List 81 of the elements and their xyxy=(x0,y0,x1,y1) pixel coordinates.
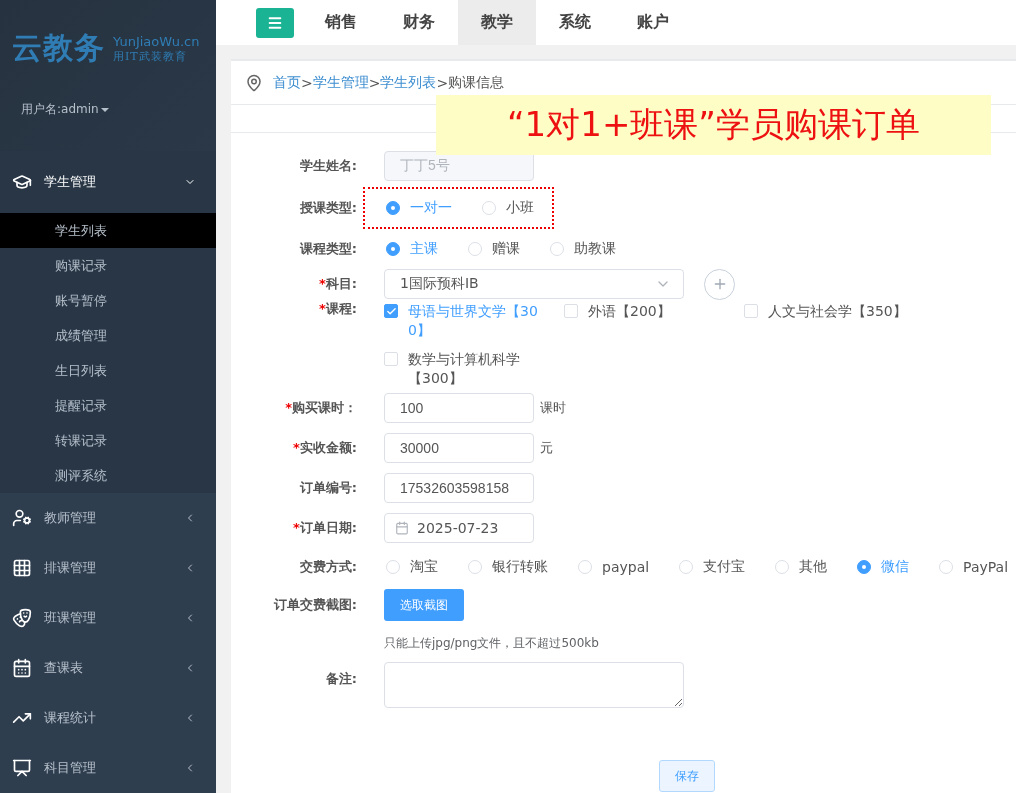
logo-title: 云教务 xyxy=(12,29,105,67)
check-icon xyxy=(385,305,397,317)
subject-select[interactable]: 1国际预科IB xyxy=(384,269,684,299)
logo-domain: YunJiaoWu.cn xyxy=(113,33,200,49)
field-label: *课程: xyxy=(319,300,357,318)
radio-icon[interactable] xyxy=(857,560,872,574)
menu-item[interactable]: 排课管理 xyxy=(0,543,216,593)
field-label: 备注: xyxy=(325,670,357,688)
radio-option[interactable]: 其他 xyxy=(775,558,828,576)
field-label: *购买课时： xyxy=(285,399,357,417)
annotation-banner: “1对1+班课”学员购课订单 xyxy=(436,95,991,155)
field-label: 交费方式: xyxy=(299,558,357,576)
radio-option[interactable]: paypal xyxy=(578,559,650,575)
field-label: 授课类型: xyxy=(299,199,357,217)
menu-item[interactable]: 班课管理 xyxy=(0,593,216,643)
nav-tab[interactable]: 系统 xyxy=(536,0,614,45)
theater-masks-icon xyxy=(12,608,32,628)
logo-slogan: 用IT武装教育 xyxy=(113,49,188,64)
date-field[interactable]: 2025-07-23 xyxy=(384,513,534,543)
menu-item[interactable]: 课程统计 xyxy=(0,693,216,743)
text-field[interactable]: 30000 xyxy=(384,433,534,463)
menu-item[interactable]: 学生管理 xyxy=(0,151,216,213)
nav-tab[interactable]: 账户 xyxy=(614,0,692,45)
breadcrumb-link[interactable]: 学生管理 xyxy=(312,73,369,92)
submenu-item[interactable]: 测评系统 xyxy=(0,458,216,493)
remarks-field[interactable] xyxy=(384,662,684,708)
unit-label: 课时 xyxy=(540,399,566,417)
nav-tab[interactable]: 销售 xyxy=(302,0,380,45)
radio-option[interactable]: 银行转账 xyxy=(468,558,548,576)
field-label: *订单日期: xyxy=(293,519,357,537)
checkbox-icon[interactable] xyxy=(384,304,398,318)
breadcrumb-separator: > xyxy=(368,74,381,91)
radio-option[interactable]: 支付宝 xyxy=(679,558,746,576)
field-label: 订单编号: xyxy=(299,479,357,497)
calendar-icon xyxy=(395,521,409,535)
unit-label: 元 xyxy=(540,439,553,457)
checkbox-option[interactable]: 数学与计算机科学【300】 xyxy=(384,350,564,388)
add-button[interactable] xyxy=(704,268,735,300)
checkbox-option[interactable]: 外语【200】 xyxy=(564,302,744,340)
calendar-icon xyxy=(12,658,32,678)
radio-option[interactable]: 小班 xyxy=(482,199,534,217)
submenu-item[interactable]: 学生列表 xyxy=(0,213,216,248)
location-pin-icon xyxy=(245,73,263,92)
field-label: 订单交费截图: xyxy=(273,596,357,614)
graduation-cap-icon xyxy=(12,172,32,192)
menu-item[interactable]: 科目管理 xyxy=(0,743,216,793)
nav-tab[interactable]: 教学 xyxy=(458,0,536,45)
menu-item[interactable]: 教师管理 xyxy=(0,493,216,543)
field-label: *实收金额: xyxy=(293,439,357,457)
breadcrumb-separator: > xyxy=(301,74,313,91)
submenu-item[interactable]: 提醒记录 xyxy=(0,388,216,423)
radio-option[interactable]: 赠课 xyxy=(468,240,520,258)
breadcrumb-link[interactable]: 学生列表 xyxy=(380,73,437,92)
upload-hint: 只能上传jpg/png文件，且不超过500kb xyxy=(384,634,600,652)
field-label: *科目: xyxy=(319,275,357,293)
field-label: 学生姓名: xyxy=(299,157,357,175)
breadcrumb-current: 购课信息 xyxy=(448,73,505,92)
submenu-item[interactable]: 购课记录 xyxy=(0,248,216,283)
menu-icon xyxy=(267,14,283,31)
text-field[interactable]: 17532603598158 xyxy=(384,473,534,503)
submenu-item[interactable]: 生日列表 xyxy=(0,353,216,388)
user-menu[interactable]: 用户名:admin xyxy=(21,101,109,118)
radio-option[interactable]: 助教课 xyxy=(550,240,616,258)
field-label: 课程类型: xyxy=(299,240,357,258)
user-gear-icon xyxy=(12,508,32,528)
checkbox-option[interactable]: 人文与社会学【350】 xyxy=(744,302,1004,340)
radio-icon[interactable] xyxy=(386,242,400,256)
radio-option[interactable]: PayPal xyxy=(939,559,1009,575)
submenu-item[interactable]: 账号暂停 xyxy=(0,283,216,318)
menu-item[interactable]: 查课表 xyxy=(0,643,216,693)
text-field[interactable]: 100 xyxy=(384,393,534,423)
grid-icon xyxy=(12,558,32,578)
blackboard-icon xyxy=(12,758,32,778)
nav-tab[interactable]: 财务 xyxy=(380,0,458,45)
breadcrumb-link[interactable]: 首页 xyxy=(273,73,301,92)
radio-icon[interactable] xyxy=(386,201,400,215)
radio-option[interactable]: 淘宝 xyxy=(386,558,438,576)
submenu-item[interactable]: 转课记录 xyxy=(0,423,216,458)
breadcrumb-separator: > xyxy=(436,74,449,91)
menu-button[interactable] xyxy=(256,7,294,38)
submenu-item[interactable]: 成绩管理 xyxy=(0,318,216,353)
